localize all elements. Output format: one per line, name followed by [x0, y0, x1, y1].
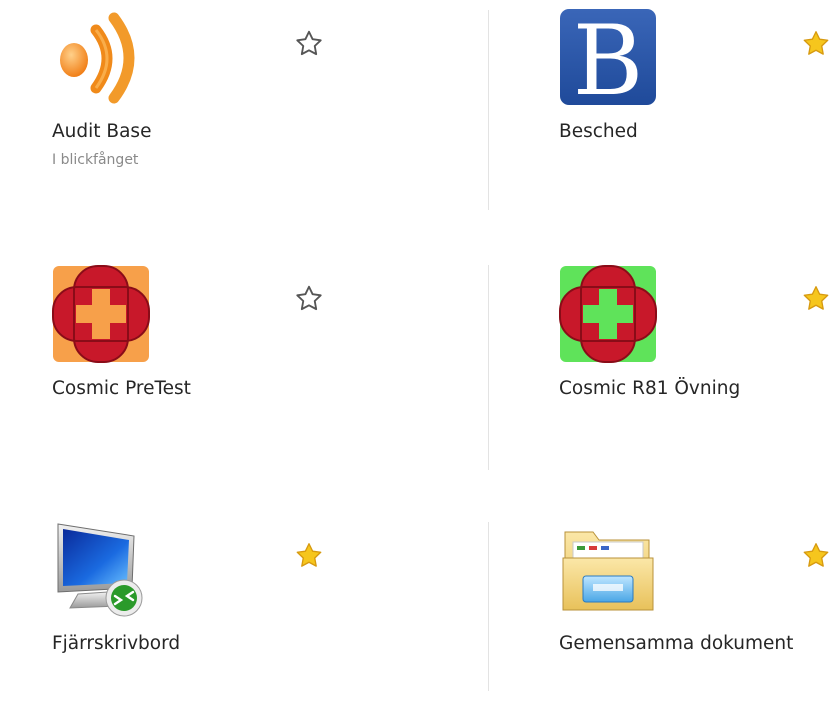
app-label: Cosmic PreTest	[52, 378, 191, 399]
favorite-star-filled-icon[interactable]	[800, 540, 830, 572]
app-tile-besched[interactable]: B Besched	[559, 8, 830, 208]
audit-base-icon	[52, 8, 150, 106]
divider	[488, 10, 489, 210]
remote-desktop-icon	[52, 520, 150, 618]
favorite-star-outline-icon[interactable]	[293, 283, 325, 315]
favorite-star-filled-icon[interactable]	[800, 283, 830, 315]
divider	[488, 265, 489, 470]
app-label: Audit Base	[52, 121, 152, 142]
shared-folder-icon	[559, 520, 657, 618]
cosmic-r81-icon	[559, 265, 657, 363]
favorite-star-filled-icon[interactable]	[800, 28, 830, 60]
app-label: Cosmic R81 Övning	[559, 378, 741, 399]
app-status-label: I blickfånget	[52, 152, 139, 168]
besched-icon: B	[559, 8, 657, 106]
favorite-star-filled-icon[interactable]	[293, 540, 325, 572]
app-label: Besched	[559, 121, 638, 142]
cosmic-pretest-icon	[52, 265, 150, 363]
app-tile-cosmic-r81[interactable]: Cosmic R81 Övning	[559, 265, 830, 465]
app-tile-shared-documents[interactable]: Gemensamma dokument	[559, 520, 830, 720]
app-label: Gemensamma dokument	[559, 633, 794, 654]
app-label: Fjärrskrivbord	[52, 633, 181, 654]
divider	[488, 522, 489, 691]
svg-text:B: B	[573, 8, 644, 106]
favorite-star-outline-icon[interactable]	[293, 28, 325, 60]
